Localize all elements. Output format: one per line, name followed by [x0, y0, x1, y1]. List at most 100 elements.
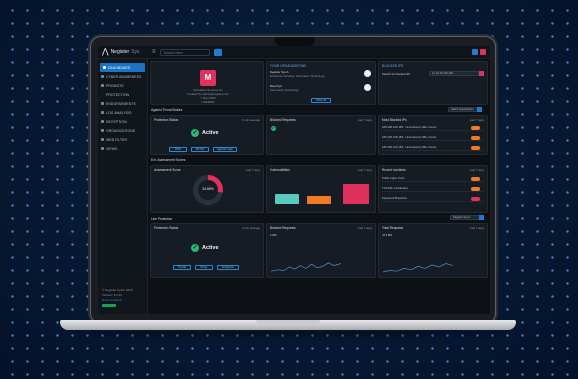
- check-icon: ✓: [191, 244, 199, 252]
- documentation-link[interactable]: Documentation: [102, 298, 133, 303]
- vulnerabilities-link[interactable]: Last 7 days: [358, 168, 372, 172]
- brand-logo[interactable]: ⋀ Negister Sys: [102, 48, 148, 56]
- organizations-card: YOUR ORGANIZATIONS Negister Sys.A Enterp…: [266, 61, 376, 105]
- sidebar-item-organizations[interactable]: ORGANIZATIONS: [98, 126, 147, 135]
- sidebar-item-deception[interactable]: DECEPTION: [98, 117, 147, 126]
- vulnerabilities-title: Vulnerabilities: [270, 168, 290, 172]
- protection-status-indicator: ✓ Active: [191, 129, 219, 137]
- org1-sub: Enterprise Services, Information Technol…: [270, 73, 325, 78]
- dashboard-icon: [103, 66, 106, 69]
- dropdown-icon: [477, 107, 482, 112]
- dropdown-icon: [479, 215, 484, 220]
- top-bar: ⋀ Negister Sys ≡ Search here: [98, 46, 490, 59]
- blocked-requests-indicator: ✓: [271, 126, 276, 131]
- user-avatar[interactable]: [480, 49, 486, 55]
- section-protection-title: Line Protection: [151, 217, 173, 221]
- sidebar-item-web-filter[interactable]: WEB FILTER: [98, 135, 147, 144]
- recent-incidents-link[interactable]: Last 7 days: [470, 168, 484, 172]
- count-pill: [471, 126, 480, 130]
- endpoints-button[interactable]: Endpoints: [217, 265, 239, 270]
- status-text: Active: [202, 130, 219, 136]
- assessment-score-link[interactable]: Last 7 days: [246, 168, 260, 172]
- incident-pill: [471, 177, 480, 181]
- search-input[interactable]: Search here: [159, 48, 210, 56]
- sidebar-item-dashboard[interactable]: DASHBOARD: [100, 63, 145, 72]
- org-select-dropdown-2[interactable]: Negister Sys.A: [450, 215, 484, 220]
- sidebar: DASHBOARD CYBER AWARENESS PROMOTE PROTEC…: [98, 59, 148, 314]
- vulnerabilities-card: Vulnerabilities Last 7 days: [266, 165, 376, 213]
- protection-status-link-2[interactable]: 3 min average: [242, 226, 260, 230]
- recent-incidents-title: Recent Incidents: [382, 168, 406, 172]
- vulnerability-bar-2: [307, 196, 331, 204]
- endorsement-icon: [101, 102, 104, 105]
- check-icon: ✓: [271, 126, 276, 131]
- notification-icon[interactable]: [472, 49, 478, 55]
- blocked-ips-card: BLOCKED IPs Search for blocked IPs ex: 1…: [378, 61, 488, 105]
- blocked-ip-row[interactable]: 185.230.125.183 - Unresolved (100+ hours…: [382, 134, 484, 141]
- sidebar-item-promote[interactable]: PROMOTE: [98, 81, 147, 90]
- org-select-dropdown[interactable]: Select Organization: [448, 107, 482, 112]
- count-pill: [471, 146, 480, 150]
- dns-button[interactable]: DNS: [169, 147, 187, 152]
- incident-pill: [471, 187, 480, 191]
- filter-icon: [101, 138, 104, 141]
- blocked-ip-row[interactable]: 185.230.125.183 - Unresolved (100+ hours…: [382, 124, 484, 131]
- sidebar-item-protection[interactable]: PROTECTION: [98, 90, 147, 99]
- sidebar-item-log-analysis[interactable]: LOG ANALYSIS: [98, 108, 147, 117]
- brand-mark-icon: ⋀: [102, 47, 109, 56]
- deception-icon: [101, 120, 104, 123]
- blocked-requests-title: Blocked Requests: [270, 118, 296, 122]
- total-requests-line-chart: [383, 263, 453, 273]
- assessment-score-value: 34.85%: [202, 187, 214, 191]
- org2-toggle[interactable]: [364, 84, 371, 91]
- protection-status-title: Protection Status: [154, 118, 179, 122]
- sidebar-item-cyber-awareness[interactable]: CYBER AWARENESS: [98, 72, 147, 81]
- blocked-ip-row[interactable]: 185.230.125.183 - Unresolved (100+ hours…: [382, 144, 484, 151]
- brand-name: Negister: [110, 49, 130, 55]
- search-button[interactable]: [213, 48, 222, 56]
- total-requests-link[interactable]: Last 7 days: [470, 226, 484, 230]
- most-blocked-title: Most Blocked IPs: [382, 118, 407, 122]
- organizations-title: YOUR ORGANIZATIONS: [270, 64, 307, 68]
- org1-toggle[interactable]: [364, 70, 371, 77]
- vulnerability-bar-3: [343, 184, 369, 204]
- blocked-ip-input[interactable]: ex: 10.10.100.100: [429, 71, 479, 76]
- protection-status-link[interactable]: 3 min average: [242, 118, 260, 122]
- protection-status-title-2: Protection Status: [154, 226, 179, 230]
- blocked-requests-card: Blocked Requests Last 7 days ✓: [266, 115, 376, 155]
- agentic-login-button[interactable]: Agentic Login: [213, 147, 237, 152]
- sidebar-item-endorsements[interactable]: ENDORSEMENTS: [98, 99, 147, 108]
- blocked-ip-search-icon[interactable]: [479, 71, 484, 76]
- organizations-icon: [101, 129, 104, 132]
- show-all-button[interactable]: Show all: [311, 98, 331, 103]
- log-icon: [101, 111, 104, 114]
- most-blocked-link[interactable]: Last 7 days: [470, 118, 484, 122]
- incident-row[interactable]: Password Breaches: [382, 195, 484, 202]
- assessment-score-card: Assessment Score Last 7 days 34.85%: [150, 165, 264, 213]
- wi-opt-button[interactable]: WI-Opt: [191, 147, 209, 152]
- hamburger-menu-icon[interactable]: ≡: [152, 49, 156, 55]
- laptop-shadow: [70, 330, 506, 336]
- total-requests-title: Total Requests: [382, 226, 404, 230]
- topbar-actions: [472, 49, 486, 55]
- status-indicator: [102, 303, 116, 307]
- blocked-requests-link[interactable]: Last 7 days: [358, 118, 372, 122]
- incident-row[interactable]: Public Open Ports: [382, 175, 484, 182]
- laptop-base: [60, 320, 516, 330]
- camera-notch: [275, 37, 315, 46]
- profile-line4: LINKEDIN: [201, 99, 215, 104]
- protection-status-indicator-2: ✓ Active: [191, 244, 219, 252]
- section-threat-title: Against Threat Bodies: [151, 108, 183, 112]
- laptop-lid: ⋀ Negister Sys ≡ Search here DASHBOARD C…: [90, 36, 496, 324]
- sidebar-item-views[interactable]: VIEWS: [98, 144, 147, 153]
- blocked-requests-title-2: Blocked Requests: [270, 226, 296, 230]
- section-assessment-title: Ext. Assessment Scores: [151, 158, 186, 162]
- incident-row[interactable]: TLS/SSL Certificates: [382, 185, 484, 192]
- recent-incidents-card: Recent Incidents Last 7 days Public Open…: [378, 165, 488, 213]
- proxy-button[interactable]: Proxy: [195, 265, 213, 270]
- tunnel-button[interactable]: Tunnel: [173, 265, 191, 270]
- blocked-requests-line-chart: [271, 262, 341, 272]
- protection-status-card-2: Protection Status 3 min average ✓ Active…: [150, 223, 264, 278]
- blocked-requests-link-2[interactable]: Last 7 days: [358, 226, 372, 230]
- blocked-ips-title: BLOCKED IPs: [382, 64, 404, 68]
